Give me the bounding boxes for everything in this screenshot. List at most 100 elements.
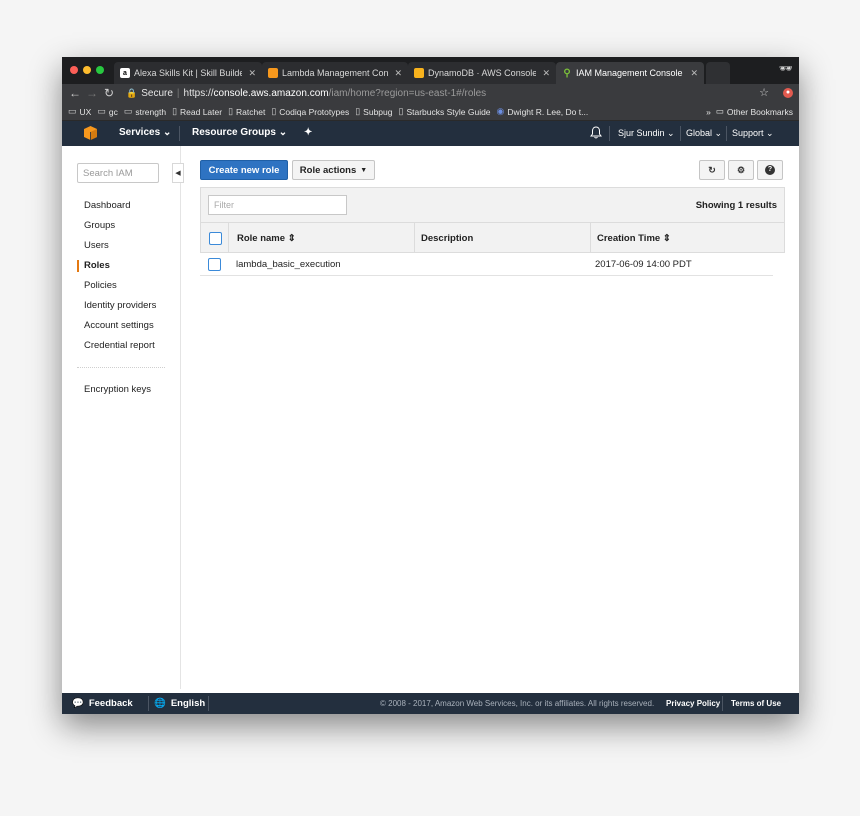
sidebar-item-credential-report[interactable]: Credential report	[84, 340, 155, 351]
more-bookmarks-icon[interactable]: »	[706, 107, 711, 117]
site-icon: ◉	[496, 106, 505, 116]
dynamodb-favicon	[414, 68, 424, 78]
minimize-window-button[interactable]	[83, 66, 91, 74]
forward-icon[interactable]: →	[86, 86, 98, 100]
select-all-checkbox[interactable]	[209, 232, 222, 245]
bookmark-subpug[interactable]: ▯ Subpug	[355, 106, 392, 117]
privacy-policy-link[interactable]: Privacy Policy	[666, 699, 720, 708]
aws-top-nav: Services ⌄ Resource Groups ⌄ ✦ Sjur Sund…	[62, 121, 799, 146]
aws-cube-icon[interactable]	[84, 126, 97, 140]
pin-icon[interactable]: ✦	[304, 127, 312, 138]
copyright-text: © 2008 - 2017, Amazon Web Services, Inc.…	[380, 699, 655, 708]
column-description[interactable]: Description	[421, 233, 473, 244]
reload-icon[interactable]: ↻	[104, 86, 114, 100]
close-tab-icon[interactable]: ✕	[542, 68, 550, 79]
other-bookmarks[interactable]: » ▭ Other Bookmarks	[706, 106, 793, 117]
amazon-favicon: a	[120, 68, 130, 78]
collapse-sidebar-button[interactable]: ◀	[172, 163, 184, 183]
region-label: Global	[686, 128, 713, 138]
tab-iam[interactable]: ⚲ IAM Management Console ✕	[556, 62, 704, 84]
close-tab-icon[interactable]: ✕	[248, 68, 256, 79]
filter-bar: Filter Showing 1 results	[200, 187, 785, 223]
globe-icon: 🌐	[154, 698, 166, 709]
chevron-down-icon: ⌄	[278, 127, 288, 138]
language-selector[interactable]: 🌐 English	[154, 698, 205, 709]
search-iam-input[interactable]: Search IAM	[77, 163, 159, 183]
secure-label: Secure	[141, 88, 173, 99]
nav-divider	[179, 126, 180, 141]
close-window-button[interactable]	[70, 66, 78, 74]
folder-icon: ▭	[97, 106, 106, 116]
footer-divider	[148, 696, 149, 711]
bookmark-ratchet[interactable]: ▯ Ratchet	[228, 106, 265, 117]
table-header: Role name ⇕ Description Creation Time ⇕	[200, 223, 785, 253]
support-menu[interactable]: Support ⌄	[732, 128, 774, 139]
nav-divider	[609, 126, 610, 141]
close-tab-icon[interactable]: ✕	[690, 68, 698, 79]
user-name: Sjur Sundin	[618, 128, 665, 138]
maximize-window-button[interactable]	[96, 66, 104, 74]
bookmark-label: Read Later	[180, 106, 223, 117]
sidebar-item-roles[interactable]: Roles	[84, 260, 110, 271]
table-row[interactable]: lambda_basic_execution 2017-06-09 14:00 …	[200, 253, 773, 276]
feedback-link[interactable]: 💬 Feedback	[72, 698, 133, 709]
tab-label: Lambda Management Console	[282, 68, 389, 78]
sidebar-item-identity-providers[interactable]: Identity providers	[84, 300, 156, 311]
resource-groups-menu[interactable]: Resource Groups ⌄	[192, 127, 287, 138]
tab-label: IAM Management Console	[576, 68, 683, 78]
sidebar-item-policies[interactable]: Policies	[84, 280, 117, 291]
url-field[interactable]: 🔒 Secure | https:// console.aws.amazon.c…	[126, 86, 756, 101]
new-tab-button[interactable]	[706, 62, 730, 84]
caret-down-icon: ▼	[360, 166, 368, 174]
refresh-button[interactable]: ↻	[699, 160, 725, 180]
region-menu[interactable]: Global ⌄	[686, 128, 722, 139]
tab-dynamodb[interactable]: DynamoDB · AWS Console ✕	[408, 62, 556, 84]
terms-of-use-link[interactable]: Terms of Use	[731, 699, 781, 708]
bookmark-star-icon[interactable]: ☆	[759, 86, 769, 99]
sidebar-item-groups[interactable]: Groups	[84, 220, 115, 231]
refresh-icon: ↻	[708, 164, 716, 175]
chevron-down-icon: ⌄	[162, 127, 172, 138]
chevron-down-icon: ⌄	[766, 128, 774, 138]
bookmark-read-later[interactable]: ▯ Read Later	[172, 106, 222, 117]
extension-icon[interactable]: ●	[783, 88, 793, 98]
bookmark-label: Ratchet	[236, 106, 266, 117]
column-divider	[228, 223, 229, 252]
footer-divider	[722, 696, 723, 711]
bookmark-strength[interactable]: ▭ strength	[124, 106, 166, 117]
help-button[interactable]: ?	[757, 160, 783, 180]
tab-lambda[interactable]: Lambda Management Console ✕	[262, 62, 408, 84]
bell-icon[interactable]	[590, 126, 602, 139]
bookmark-dwight[interactable]: ◉ Dwight R. Lee, Do t...	[497, 106, 589, 117]
filter-input[interactable]: Filter	[208, 195, 347, 215]
sidebar-item-encryption-keys[interactable]: Encryption keys	[84, 384, 151, 395]
close-tab-icon[interactable]: ✕	[394, 68, 402, 79]
tab-alexa[interactable]: a Alexa Skills Kit | Skill Builder B ✕	[114, 62, 262, 84]
sidebar-item-dashboard[interactable]: Dashboard	[84, 200, 130, 211]
folder-icon: ▭	[123, 106, 133, 116]
role-actions-button[interactable]: Role actions ▼	[292, 160, 375, 180]
bookmark-gc[interactable]: ▭ gc	[97, 106, 118, 117]
sort-icon: ⇕	[662, 233, 671, 244]
iam-favicon: ⚲	[563, 67, 571, 79]
services-menu[interactable]: Services ⌄	[119, 127, 171, 138]
bookmark-ux[interactable]: ▭ UX	[68, 106, 91, 117]
back-icon[interactable]: ←	[69, 86, 81, 100]
page-icon: ▯	[355, 106, 361, 116]
role-creation-time: 2017-06-09 14:00 PDT	[595, 259, 692, 270]
sidebar-item-account-settings[interactable]: Account settings	[84, 320, 154, 331]
bookmark-codiqa[interactable]: ▯ Codiqa Prototypes	[271, 106, 349, 117]
folder-icon: ▭	[68, 106, 77, 116]
row-checkbox[interactable]	[208, 258, 221, 271]
chevron-down-icon: ⌄	[667, 128, 675, 138]
bookmark-starbucks[interactable]: ▯ Starbucks Style Guide	[398, 106, 490, 117]
user-menu[interactable]: Sjur Sundin ⌄	[618, 128, 675, 139]
create-role-button[interactable]: Create new role	[200, 160, 288, 180]
role-name-link[interactable]: lambda_basic_execution	[236, 259, 341, 270]
sidebar-item-users[interactable]: Users	[84, 240, 109, 251]
column-role-name[interactable]: Role name ⇕	[237, 233, 296, 244]
services-label: Services	[119, 127, 161, 138]
column-creation-time[interactable]: Creation Time ⇕	[597, 233, 671, 244]
settings-button[interactable]: ⚙	[728, 160, 754, 180]
support-label: Support	[732, 128, 764, 138]
